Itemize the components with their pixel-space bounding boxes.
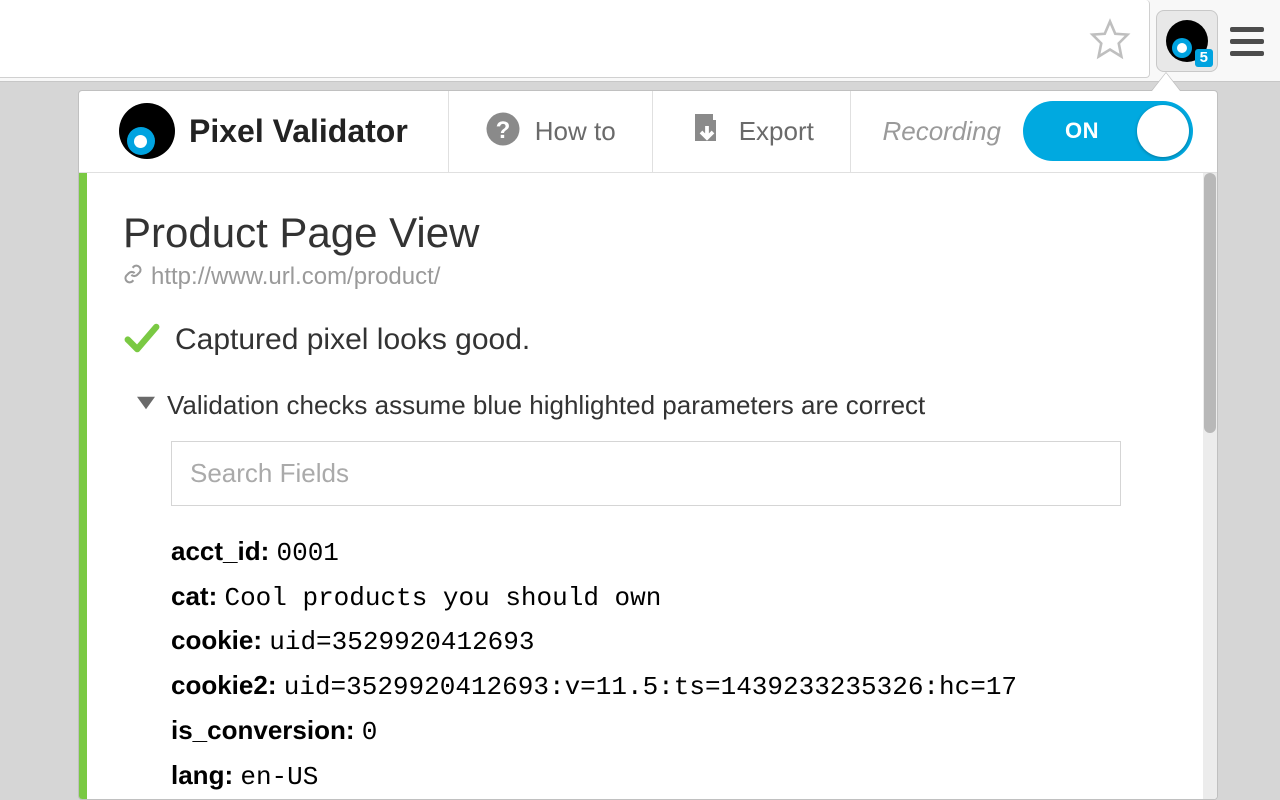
field-row: cookie2: uid=3529920412693:v=11.5:ts=143… bbox=[171, 664, 1163, 709]
status-stripe bbox=[79, 173, 87, 799]
scrollbar-thumb[interactable] bbox=[1204, 173, 1216, 433]
status-text: Captured pixel looks good. bbox=[175, 323, 530, 357]
address-bar[interactable] bbox=[0, 0, 1150, 78]
field-row: cat: Cool products you should own bbox=[171, 575, 1163, 620]
page-url-row: http://www.url.com/product/ bbox=[123, 263, 1163, 291]
svg-text:?: ? bbox=[495, 117, 510, 144]
popup-body: Product Page View http://www.url.com/pro… bbox=[79, 173, 1217, 799]
popup-header: Pixel Validator ? How to Export Re bbox=[79, 91, 1217, 173]
extension-popup: Pixel Validator ? How to Export Re bbox=[78, 90, 1218, 800]
chevron-down-icon bbox=[137, 396, 155, 415]
bookmark-star-icon[interactable] bbox=[1089, 18, 1131, 60]
browser-toolbar: 5 bbox=[0, 0, 1280, 82]
field-key: lang: bbox=[171, 760, 240, 790]
export-button[interactable]: Export bbox=[652, 91, 850, 172]
export-label: Export bbox=[739, 116, 814, 147]
extension-button[interactable]: 5 bbox=[1156, 10, 1218, 72]
disclosure-text: Validation checks assume blue highlighte… bbox=[167, 390, 925, 421]
recording-toggle[interactable]: ON bbox=[1023, 101, 1193, 161]
field-value: 0 bbox=[362, 717, 378, 747]
field-row: cookie: uid=3529920412693 bbox=[171, 619, 1163, 664]
body-content: Product Page View http://www.url.com/pro… bbox=[87, 173, 1203, 799]
howto-button[interactable]: ? How to bbox=[448, 91, 652, 172]
toggle-state-label: ON bbox=[1065, 118, 1099, 144]
field-value: en-US bbox=[240, 762, 318, 792]
checkmark-icon bbox=[123, 319, 161, 362]
page-url: http://www.url.com/product/ bbox=[151, 263, 440, 291]
toggle-knob bbox=[1137, 105, 1189, 157]
field-key: cookie: bbox=[171, 625, 269, 655]
link-icon bbox=[123, 263, 143, 291]
field-row: acct_id: 0001 bbox=[171, 530, 1163, 575]
field-row: is_conversion: 0 bbox=[171, 709, 1163, 754]
page-title: Product Page View bbox=[123, 209, 1163, 257]
status-row: Captured pixel looks good. bbox=[123, 319, 1163, 362]
field-value: Cool products you should own bbox=[224, 583, 661, 613]
extension-badge: 5 bbox=[1195, 49, 1213, 67]
hamburger-menu-icon[interactable] bbox=[1224, 10, 1270, 72]
field-key: cat: bbox=[171, 581, 224, 611]
field-key: cookie2: bbox=[171, 670, 284, 700]
field-row: lang: en-US bbox=[171, 754, 1163, 799]
recording-area: Recording ON bbox=[850, 91, 1217, 172]
brand: Pixel Validator bbox=[79, 91, 448, 172]
recording-label: Recording bbox=[882, 116, 1001, 147]
field-value: uid=3529920412693:v=11.5:ts=143923323532… bbox=[284, 672, 1017, 702]
howto-label: How to bbox=[535, 116, 616, 147]
fields-list: acct_id: 0001cat: Cool products you shou… bbox=[171, 530, 1163, 799]
search-input[interactable] bbox=[171, 441, 1121, 506]
app-title: Pixel Validator bbox=[189, 113, 408, 150]
field-key: is_conversion: bbox=[171, 715, 362, 745]
question-circle-icon: ? bbox=[485, 111, 521, 152]
field-key: acct_id: bbox=[171, 536, 277, 566]
field-value: 0001 bbox=[277, 538, 339, 568]
export-download-icon bbox=[689, 111, 725, 152]
disclosure-row[interactable]: Validation checks assume blue highlighte… bbox=[137, 390, 1163, 421]
scrollbar[interactable] bbox=[1203, 173, 1217, 799]
field-value: uid=3529920412693 bbox=[269, 627, 534, 657]
brand-logo-icon bbox=[119, 103, 175, 159]
